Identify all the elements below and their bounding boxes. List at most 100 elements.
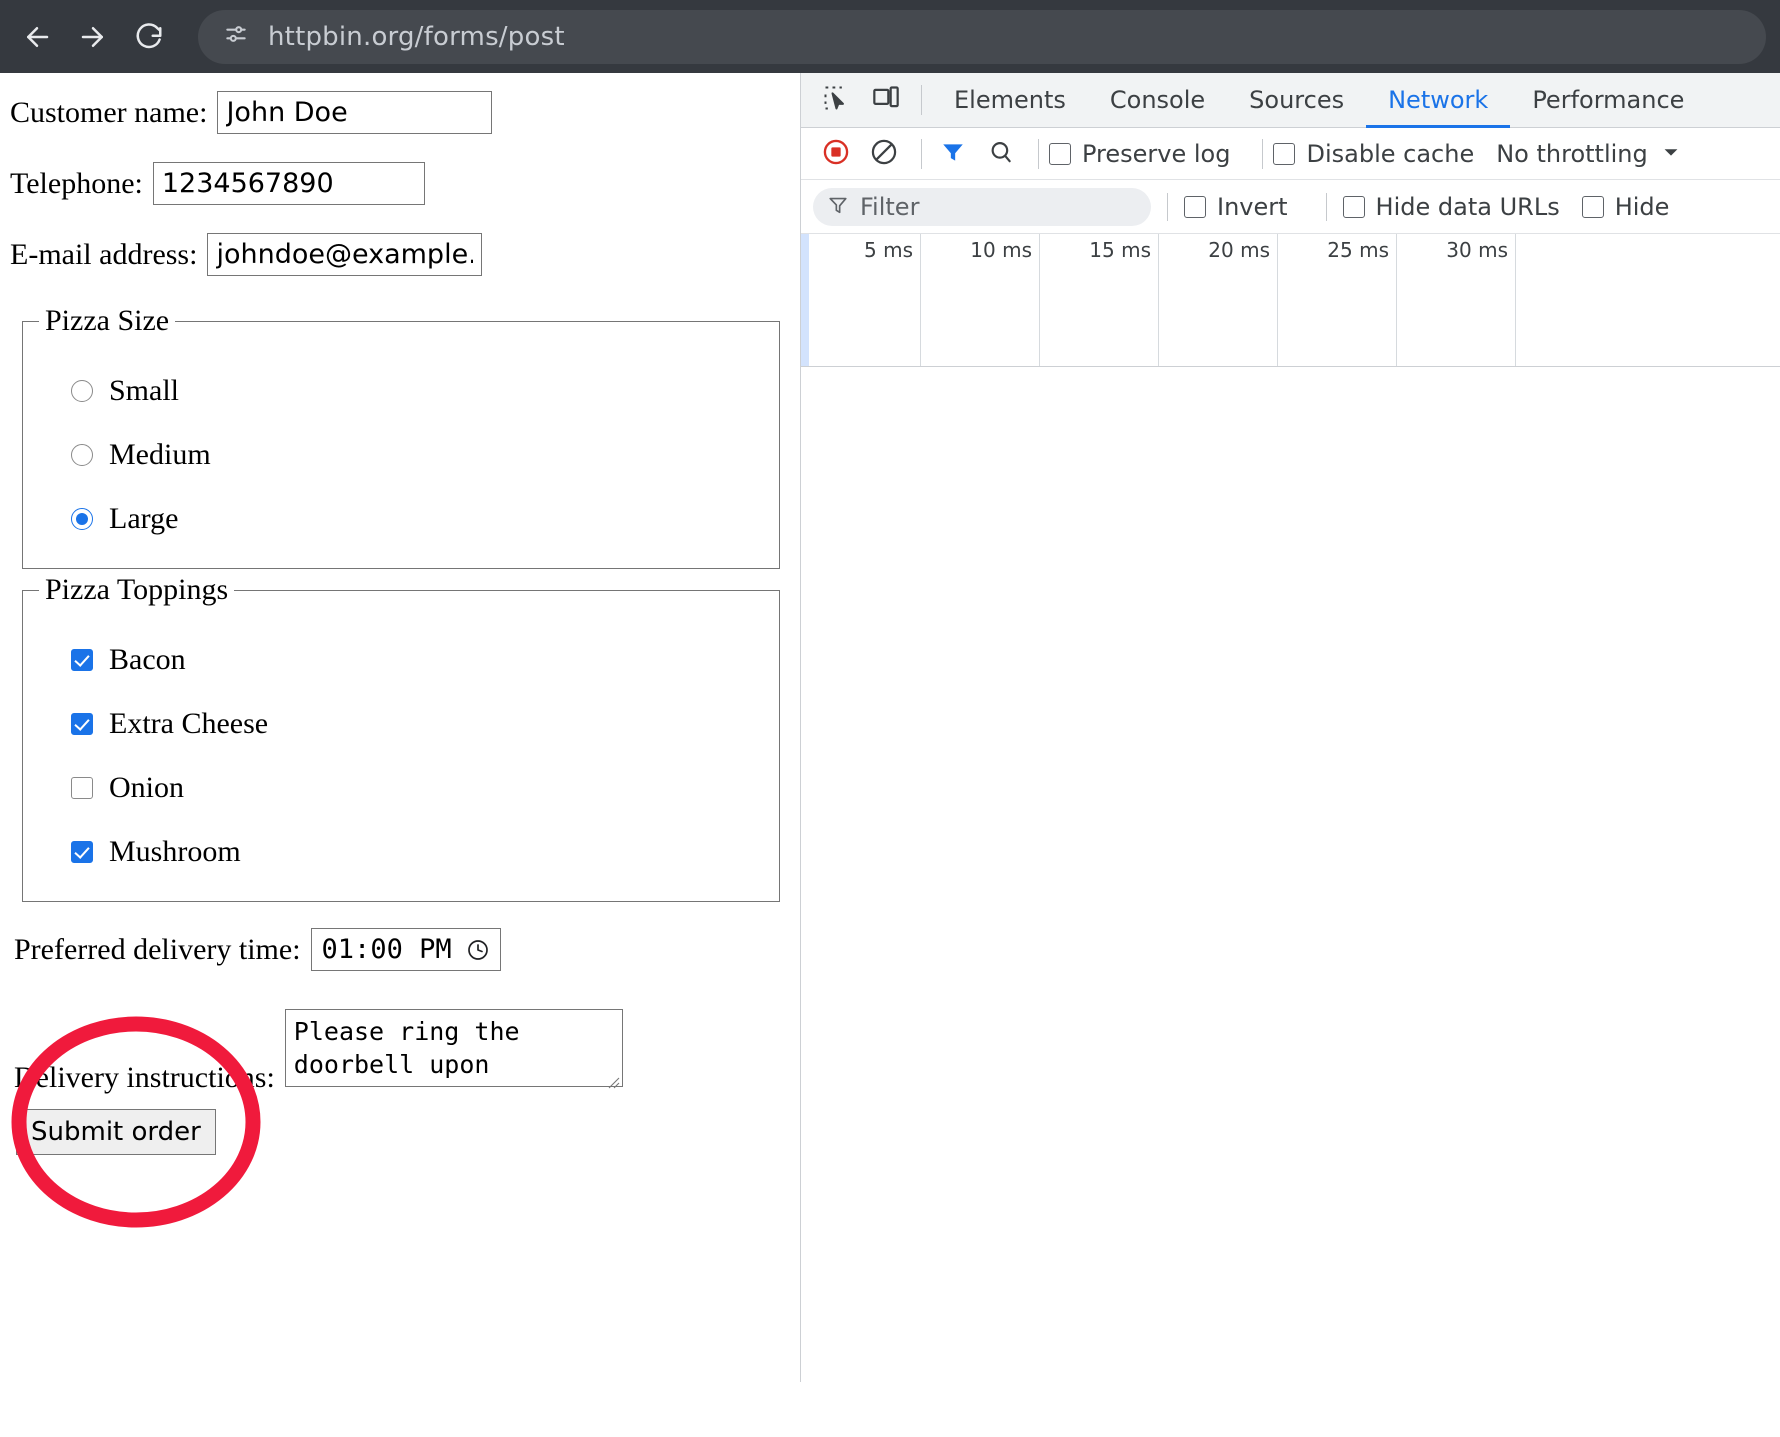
checkbox-extra-cheese-label: Extra Cheese <box>109 707 269 740</box>
address-bar[interactable]: httpbin.org/forms/post <box>198 9 1766 64</box>
field-email: E-mail address: <box>10 233 800 276</box>
tune-settings-icon <box>223 21 249 52</box>
disable-cache-checkbox[interactable]: Disable cache <box>1273 140 1474 168</box>
telephone-input[interactable] <box>152 162 425 205</box>
toolbar-divider-4 <box>1262 138 1264 169</box>
submit-order-button[interactable]: Submit order <box>16 1109 216 1155</box>
search-button[interactable] <box>980 133 1022 175</box>
tab-performance[interactable]: Performance <box>1510 73 1706 128</box>
checkbox-onion-label: Onion <box>109 771 184 804</box>
hide-extension-urls-box <box>1581 195 1604 218</box>
radio-row-small[interactable]: Small <box>71 374 763 408</box>
field-telephone: Telephone: <box>10 162 800 205</box>
invert-box <box>1184 195 1206 218</box>
timeline-tick-label: 30 ms <box>1446 238 1508 262</box>
checkbox-row-onion[interactable]: Onion <box>71 771 763 805</box>
timeline-tick: 5 ms <box>801 234 921 366</box>
timeline-tick: 20 ms <box>1159 234 1278 366</box>
clear-network-log-icon <box>870 138 898 170</box>
checkbox-row-mushroom[interactable]: Mushroom <box>71 835 763 869</box>
arrow-right-icon <box>78 22 108 52</box>
invert-checkbox[interactable]: Invert <box>1184 193 1288 221</box>
pizza-size-legend: Pizza Size <box>45 304 170 337</box>
email-label: E-mail address: <box>10 237 198 271</box>
checkbox-bacon-label: Bacon <box>109 643 186 676</box>
filter-funnel-icon <box>827 194 849 220</box>
tab-elements[interactable]: Elements <box>932 73 1088 128</box>
filter-toggle-button[interactable] <box>932 133 974 175</box>
tab-console[interactable]: Console <box>1088 73 1227 128</box>
page-content: Customer name: Telephone: E-mail address… <box>0 73 800 1382</box>
browser-toolbar: httpbin.org/forms/post <box>0 0 1780 73</box>
tab-sources[interactable]: Sources <box>1227 73 1366 128</box>
network-timeline-overview[interactable]: 5 ms 10 ms 15 ms 20 ms 25 ms 30 ms <box>801 234 1780 367</box>
hide-data-urls-checkbox[interactable]: Hide data URLs <box>1342 192 1560 221</box>
filter-input[interactable]: Filter <box>813 187 1151 226</box>
textarea-wrapper <box>275 1009 623 1092</box>
timeline-tick-label: 20 ms <box>1208 238 1270 262</box>
pizza-toppings-legend: Pizza Toppings <box>45 573 229 606</box>
timeline-tick-label: 10 ms <box>970 238 1032 262</box>
forward-button[interactable] <box>70 14 116 60</box>
radio-medium-label: Medium <box>109 438 211 471</box>
checkbox-mushroom[interactable] <box>71 841 93 863</box>
checkbox-bacon[interactable] <box>71 649 93 671</box>
timeline-tick-label: 15 ms <box>1089 238 1151 262</box>
toolbar-divider-2 <box>921 138 922 169</box>
device-toolbar-button[interactable] <box>864 78 908 122</box>
preserve-log-checkbox[interactable]: Preserve log <box>1049 140 1230 168</box>
checkbox-mushroom-label: Mushroom <box>109 835 241 868</box>
checkbox-extra-cheese[interactable] <box>71 713 93 735</box>
field-delivery-time: Preferred delivery time: 01:00 PM <box>14 928 800 971</box>
inspect-element-icon <box>822 84 850 116</box>
field-delivery-instructions: Delivery instructions: <box>14 1009 800 1095</box>
pizza-size-fieldset: Pizza Size Small Medium Large <box>22 304 780 569</box>
delivery-instructions-textarea[interactable] <box>284 1009 623 1087</box>
inspect-element-button[interactable] <box>814 78 858 122</box>
record-button[interactable] <box>815 133 857 175</box>
timeline-tick: 15 ms <box>1040 234 1159 366</box>
disable-cache-label: Disable cache <box>1306 139 1475 168</box>
network-filter-bar: Filter Invert Hide data URLs Hide <box>801 180 1780 234</box>
delivery-time-value: 01:00 PM <box>321 934 452 965</box>
reload-icon <box>134 22 164 52</box>
throttling-select[interactable]: No throttling <box>1496 140 1648 168</box>
radio-row-medium[interactable]: Medium <box>71 438 763 472</box>
telephone-label: Telephone: <box>10 166 143 200</box>
email-input[interactable] <box>207 233 483 276</box>
delivery-instructions-label: Delivery instructions: <box>14 1061 275 1094</box>
disable-cache-box <box>1273 142 1296 165</box>
record-stop-icon <box>822 138 850 170</box>
invert-label: Invert <box>1217 192 1288 221</box>
back-button[interactable] <box>14 14 60 60</box>
toolbar-divider <box>921 85 922 115</box>
preserve-log-label: Preserve log <box>1082 139 1231 168</box>
devtools-panel: Elements Console Sources Network Perform… <box>800 73 1780 1437</box>
radio-large-label: Large <box>109 502 179 535</box>
tab-network[interactable]: Network <box>1366 73 1510 128</box>
customer-name-input[interactable] <box>217 91 493 134</box>
radio-small[interactable] <box>71 380 93 402</box>
pizza-toppings-fieldset: Pizza Toppings Bacon Extra Cheese Onion … <box>22 573 780 902</box>
hide-data-urls-label: Hide data URLs <box>1375 192 1560 221</box>
radio-row-large[interactable]: Large <box>71 502 763 536</box>
search-icon <box>988 139 1014 169</box>
reload-button[interactable] <box>126 14 172 60</box>
clock-icon[interactable] <box>466 938 490 962</box>
chevron-down-icon <box>1660 141 1682 167</box>
radio-medium[interactable] <box>71 444 93 466</box>
timeline-tick: 30 ms <box>1397 234 1516 366</box>
radio-large[interactable] <box>71 508 93 530</box>
network-requests-empty-area <box>801 367 1780 1437</box>
delivery-time-input[interactable]: 01:00 PM <box>310 928 501 971</box>
filter-divider-1 <box>1167 192 1168 221</box>
hide-extension-urls-checkbox[interactable]: Hide <box>1581 193 1669 221</box>
checkbox-row-bacon[interactable]: Bacon <box>71 643 763 677</box>
checkbox-onion[interactable] <box>71 777 93 799</box>
timeline-tick-label: 25 ms <box>1327 238 1389 262</box>
throttling-chevron[interactable] <box>1660 141 1682 167</box>
site-info-button[interactable] <box>214 15 258 59</box>
device-toolbar-icon <box>872 84 900 116</box>
clear-log-button[interactable] <box>863 133 905 175</box>
checkbox-row-extra-cheese[interactable]: Extra Cheese <box>71 707 763 741</box>
